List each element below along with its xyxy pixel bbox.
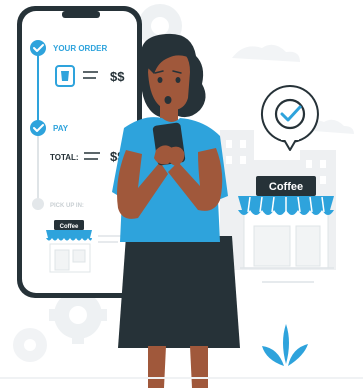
shop-sign-label: Coffee [269,181,303,193]
step-order-check-icon [30,40,46,56]
step-pickup-label: PICK UP IN: [50,203,84,209]
total-label: TOTAL: [50,153,79,162]
background-cloud [232,44,300,62]
step-pickup-dot [32,198,44,210]
illustration-scene: Coffee YOUR ORDER $$ PAY TOTAL: $$ PICK … [0,4,363,388]
step-order-label: YOUR ORDER [53,44,107,53]
step-pay-check-icon [30,120,46,136]
clock-check-icon [260,85,319,151]
gear-icon [13,328,47,362]
leaf-plant-icon [262,324,308,366]
order-price: $$ [110,69,125,84]
step-pay-label: PAY [53,124,69,133]
mini-shop-sign: Coffee [60,224,79,230]
